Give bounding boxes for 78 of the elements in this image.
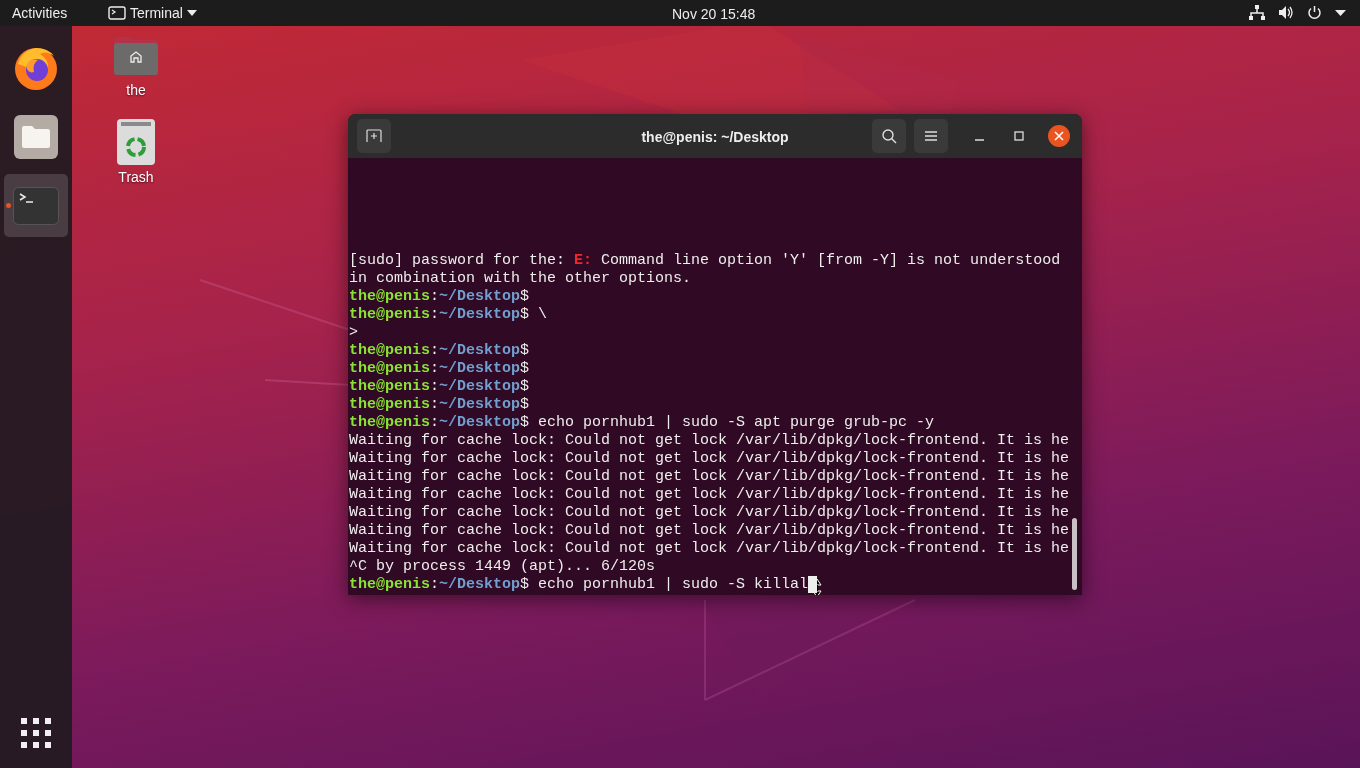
terminal-text: Command line option 'Y' [from -Y] is not understood <box>600 252 1061 270</box>
prompt-path: ~/Desktop <box>439 378 521 396</box>
terminal-text: ^C by process 1449 (apt)... 6/120s <box>349 558 656 576</box>
menu-icon <box>924 130 938 142</box>
desktop-icon-label[interactable]: the <box>126 80 146 101</box>
terminal-text: Waiting for cache lock: Could not get lock /var/lib/dpkg/lock-frontend. It is he <box>349 504 1070 522</box>
terminal-text: $ <box>520 360 530 378</box>
new-tab-button[interactable] <box>357 119 391 153</box>
network-icon <box>1249 5 1265 20</box>
error-label: E: <box>574 252 593 270</box>
volume-icon <box>1278 5 1294 20</box>
terminal-text: > <box>349 324 358 342</box>
new-tab-icon <box>366 129 382 143</box>
activities-button[interactable]: Activities <box>12 2 90 24</box>
prompt-user: the@penis <box>349 396 430 414</box>
menu-label: Terminal <box>130 3 183 23</box>
prompt-path: ~/Desktop <box>439 576 521 594</box>
maximize-icon <box>1014 131 1024 141</box>
terminal-text: : <box>430 360 440 378</box>
app-menu[interactable]: Terminal <box>108 2 197 24</box>
terminal-text: Waiting for cache lock: Could not get lock /var/lib/dpkg/lock-frontend. It is he <box>349 540 1070 558</box>
prompt-user: the@penis <box>349 306 430 324</box>
resize-pointer-icon <box>811 578 824 595</box>
caret-icon <box>1335 9 1346 16</box>
text-cursor <box>808 576 818 593</box>
power-icon <box>1307 5 1322 20</box>
terminal-icon <box>108 6 126 20</box>
prompt-user: the@penis <box>349 414 430 432</box>
prompt-path: ~/Desktop <box>439 360 521 378</box>
minimize-icon <box>974 139 984 141</box>
terminal-text: Waiting for cache lock: Could not get lock /var/lib/dpkg/lock-frontend. It is he <box>349 450 1070 468</box>
terminal-text: $ <box>520 378 530 396</box>
caret-icon <box>186 10 197 16</box>
close-button[interactable] <box>1048 125 1070 147</box>
terminal-text: $ <box>520 396 530 414</box>
home-folder-icon <box>112 36 160 76</box>
terminal-text: $ \ <box>520 306 548 324</box>
terminal-text: Waiting for cache lock: Could not get lock /var/lib/dpkg/lock-frontend. It is he <box>349 468 1070 486</box>
terminal-icon <box>13 186 59 225</box>
show-apps-button[interactable] <box>20 717 52 749</box>
terminal-text: Waiting for cache lock: Could not get lock /var/lib/dpkg/lock-frontend. It is he <box>349 522 1070 540</box>
prompt-path: ~/Desktop <box>439 342 521 360</box>
scrollbar[interactable] <box>1072 518 1077 590</box>
terminal-text: : <box>430 576 440 594</box>
terminal-text: $ <box>520 288 530 306</box>
desktop-icon-label[interactable]: Trash <box>118 167 154 188</box>
grid-icon <box>20 717 52 749</box>
close-icon <box>1054 131 1064 141</box>
terminal-text: Waiting for cache lock: Could not get lock /var/lib/dpkg/lock-frontend. It is he <box>349 486 1070 504</box>
terminal-text: Waiting for cache lock: Could not get lock /var/lib/dpkg/lock-frontend. It is he <box>349 432 1070 450</box>
terminal-text: : <box>430 306 440 324</box>
menu-button[interactable] <box>914 119 948 153</box>
prompt-user: the@penis <box>349 360 430 378</box>
prompt-user: the@penis <box>349 378 430 396</box>
prompt-path: ~/Desktop <box>439 396 521 414</box>
terminal-text: : <box>430 396 440 414</box>
terminal-text: : <box>430 378 440 396</box>
clock[interactable]: Nov 20 15:48 <box>672 4 756 25</box>
terminal-text: $ echo pornhub1 | sudo -S killal <box>520 576 809 594</box>
prompt-path: ~/Desktop <box>439 288 521 306</box>
folder-icon <box>14 114 58 159</box>
prompt-path: ~/Desktop <box>439 414 521 432</box>
terminal-text: $ echo pornhub1 | sudo -S apt purge grub-pc -y <box>520 414 935 432</box>
terminal-text: : <box>430 342 440 360</box>
prompt-user: the@penis <box>349 342 430 360</box>
system-menu[interactable] <box>1249 5 1346 20</box>
window-title: the@penis: ~/Desktop <box>641 128 789 147</box>
terminal-text: : <box>430 288 440 306</box>
terminal-text: in combination with the other options. <box>349 270 692 288</box>
prompt-path: ~/Desktop <box>439 306 521 324</box>
trash-icon <box>117 119 155 165</box>
terminal-text: $ <box>520 342 530 360</box>
prompt-user: the@penis <box>349 576 430 594</box>
search-icon <box>881 128 897 144</box>
prompt-user: the@penis <box>349 288 430 306</box>
terminal-text: [sudo] password for the: <box>349 252 567 270</box>
search-button[interactable] <box>872 119 906 153</box>
terminal-text: : <box>430 414 440 432</box>
